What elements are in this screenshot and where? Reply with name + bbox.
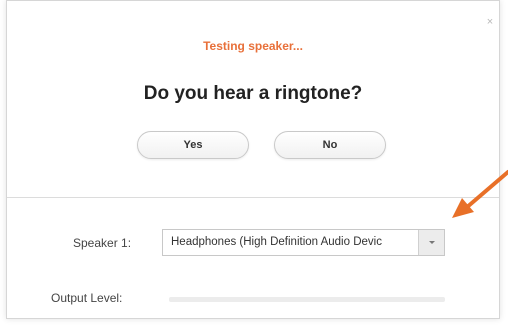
yes-button[interactable]: Yes: [137, 131, 249, 159]
speaker-label: Speaker 1:: [73, 236, 132, 250]
output-level-meter: [169, 297, 445, 302]
chevron-down-icon[interactable]: [418, 230, 444, 255]
speaker-select-value: Headphones (High Definition Audio Devic: [171, 236, 382, 248]
output-level-label: Output Level:: [51, 291, 123, 305]
speaker-select[interactable]: Headphones (High Definition Audio Devic: [162, 229, 445, 256]
screenshot-frame: × Testing speaker... Do you hear a ringt…: [0, 0, 508, 332]
speaker-test-dialog: × Testing speaker... Do you hear a ringt…: [6, 0, 500, 319]
close-icon[interactable]: ×: [485, 17, 495, 28]
no-button[interactable]: No: [274, 131, 386, 159]
section-divider: [7, 197, 499, 198]
ringtone-question: Do you hear a ringtone?: [143, 83, 363, 104]
status-text: Testing speaker...: [203, 39, 303, 53]
